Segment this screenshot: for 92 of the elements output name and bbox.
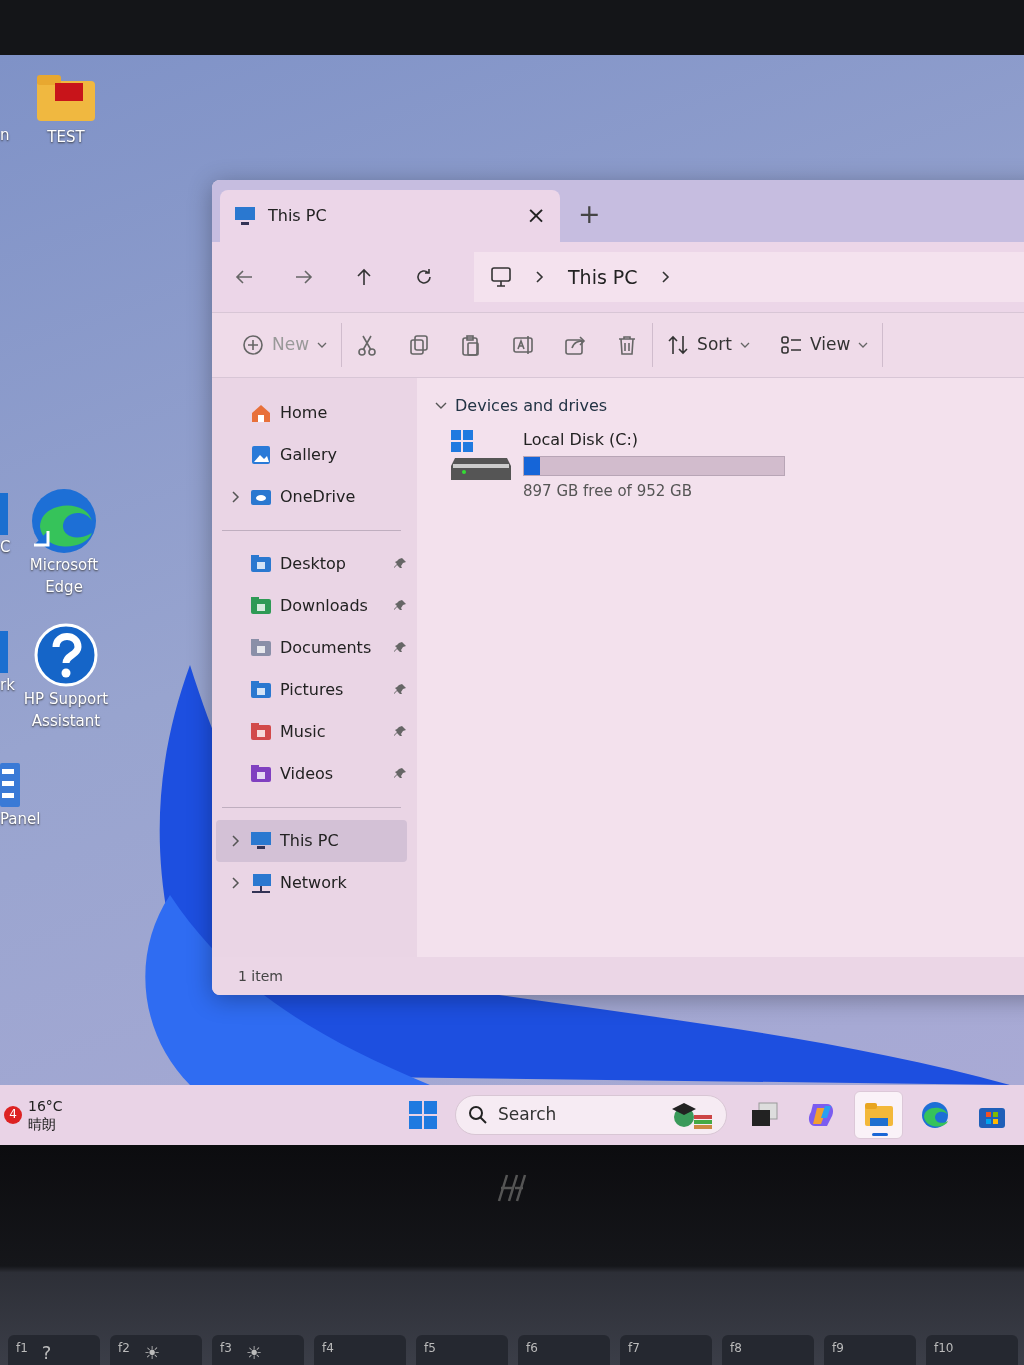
laptop-logo-icon: [495, 1173, 529, 1203]
keyboard-key[interactable]: f7: [620, 1335, 712, 1365]
plus-circle-icon: [242, 334, 264, 356]
folder-icon: [250, 553, 272, 575]
sidebar-item[interactable]: Music: [216, 711, 407, 753]
browser-icon: [920, 1100, 951, 1130]
view-button[interactable]: View: [779, 332, 869, 358]
browser-icon[interactable]: [30, 487, 98, 555]
tile-icon[interactable]: [0, 631, 10, 675]
sidebar-item[interactable]: Pictures: [216, 669, 407, 711]
sidebar-item[interactable]: Videos: [216, 753, 407, 795]
chevron-icon[interactable]: [231, 876, 241, 890]
sidebar-item[interactable]: Network: [216, 862, 407, 904]
icon-label: TEST: [47, 127, 85, 148]
sidebar-item[interactable]: Home: [216, 392, 407, 434]
pin-icon: [393, 599, 407, 613]
network-monitor-icon: [250, 872, 272, 894]
copy-icon: [408, 334, 431, 356]
tile-icon[interactable]: [0, 493, 10, 537]
keyboard-key[interactable]: f6: [518, 1335, 610, 1365]
sidebar-item[interactable]: This PC: [216, 820, 407, 862]
folder-icon: [250, 637, 272, 659]
keyboard-key[interactable]: f8: [722, 1335, 814, 1365]
keyboard-key[interactable]: f2 ☀: [110, 1335, 202, 1365]
share-icon: [564, 334, 587, 356]
drive-item[interactable]: Local Disk (C:) 897 GB free of 952 GB: [451, 428, 1024, 503]
chevron-icon[interactable]: [435, 401, 447, 411]
pin-icon: [393, 683, 407, 697]
house-icon: [250, 402, 272, 424]
chevron-icon[interactable]: [231, 834, 241, 848]
search-icon: [467, 1105, 488, 1125]
caret-icon: [317, 341, 328, 349]
pin-icon: [393, 725, 407, 739]
scissors-icon: [356, 334, 379, 356]
monitor-icon: [490, 266, 512, 288]
icon-label: Microsoft Edge: [28, 555, 100, 598]
section-header[interactable]: Devices and drives: [455, 394, 608, 418]
picture-icon: [250, 444, 272, 466]
chevron-icon[interactable]: [231, 490, 241, 504]
keyboard-key[interactable]: f3 ☀: [212, 1335, 304, 1365]
share-button[interactable]: [564, 334, 587, 356]
caret-icon: [739, 341, 750, 349]
list-view-icon: [779, 334, 802, 356]
folder-icon: [250, 721, 272, 743]
chevron-icon[interactable]: [659, 270, 672, 284]
rename-button[interactable]: [512, 334, 535, 356]
close-button[interactable]: ×: [526, 198, 546, 234]
keyboard-key[interactable]: f1 ?: [8, 1335, 100, 1365]
search-field[interactable]: Search: [454, 1095, 728, 1135]
temperature: 16°C: [28, 1096, 63, 1115]
rename-icon: [512, 334, 535, 356]
item-count: 1 item: [238, 966, 283, 986]
icon-label: HP Support Assistant: [22, 689, 110, 732]
folder-icon: [250, 763, 272, 785]
caret-icon: [858, 341, 869, 349]
keyboard-key[interactable]: f4: [314, 1335, 406, 1365]
help-icon[interactable]: [32, 623, 100, 689]
window-tab[interactable]: This PC ×: [220, 190, 560, 242]
sort-arrows-icon: [667, 334, 690, 356]
pin-icon: [393, 557, 407, 571]
chevron-icon[interactable]: [534, 270, 546, 284]
new-tab-button[interactable]: +: [578, 193, 601, 234]
sidebar-item[interactable]: Desktop: [216, 543, 407, 585]
sidebar-item[interactable]: Gallery: [216, 434, 407, 476]
pin-icon: [393, 641, 407, 655]
keyboard-key[interactable]: f9: [824, 1335, 916, 1365]
monitor-icon: [234, 206, 256, 226]
windows-logo-icon: [407, 1100, 438, 1130]
tab-title: This PC: [268, 205, 328, 227]
notification-badge: 4: [4, 1106, 22, 1124]
monitor-icon: [250, 830, 272, 852]
icon-label: C: [0, 537, 11, 558]
breadcrumb-link[interactable]: This PC: [568, 262, 638, 292]
drive-name: Local Disk (C:): [523, 429, 640, 451]
refresh-icon[interactable]: [414, 267, 434, 287]
folder-icon: [250, 595, 272, 617]
sidebar-item[interactable]: OneDrive: [216, 476, 407, 518]
weather-condition: 晴朗: [28, 1115, 57, 1134]
keyboard-key[interactable]: f10: [926, 1335, 1018, 1365]
icon-label: rk: [0, 675, 15, 696]
sidebar-item[interactable]: Documents: [216, 627, 407, 669]
free-space-text: 897 GB free of 952 GB: [523, 481, 693, 502]
pin-icon: [393, 767, 407, 781]
keyboard-key[interactable]: f5: [416, 1335, 508, 1365]
sidebar-item[interactable]: Downloads: [216, 585, 407, 627]
copy-button[interactable]: [408, 334, 431, 356]
cut-button[interactable]: [356, 334, 379, 356]
icon-label: n: [0, 125, 10, 146]
control-panel-icon[interactable]: [0, 763, 22, 809]
icon-label: Panel: [0, 809, 41, 830]
sort-button[interactable]: Sort: [667, 332, 750, 358]
folder-icon: [250, 679, 272, 701]
